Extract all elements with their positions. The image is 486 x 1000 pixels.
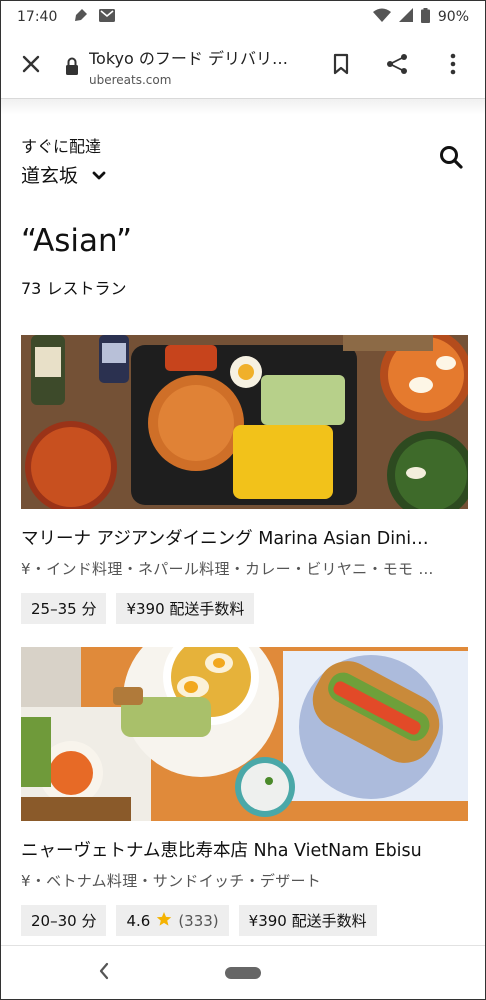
rating-count: (333) xyxy=(178,911,219,930)
restaurant-card[interactable]: マリーナ アジアンダイニング Marina Asian Dini… ¥・インド料… xyxy=(21,335,468,624)
status-bar: 17:40 90% xyxy=(1,1,485,33)
delivery-fee-chip: ¥390 配送手数料 xyxy=(116,593,255,624)
search-query-title: “Asian” xyxy=(21,223,133,259)
rating-value: 4.6 xyxy=(126,911,151,930)
share-icon xyxy=(385,52,409,80)
wifi-icon xyxy=(372,8,391,26)
page-content: すぐに配達 道玄坂 “Asian” 73 レストラン xyxy=(1,115,485,299)
more-vert-icon xyxy=(450,53,456,79)
share-button[interactable] xyxy=(369,42,425,90)
delivery-fee: ¥390 配送手数料 xyxy=(126,600,245,618)
system-nav-bar xyxy=(1,945,485,999)
browser-toolbar: Tokyo のフード デリバリ… ubereats.com xyxy=(1,33,485,99)
broom-icon xyxy=(73,8,89,26)
phone-screen: 17:40 90% Tokyo のフード デリバリ… ubereats.com … xyxy=(0,0,486,1000)
bookmark-button[interactable] xyxy=(313,42,369,90)
restaurant-categories: ¥・インド料理・ネパール料理・カレー・ビリヤニ・モモ … xyxy=(21,560,434,578)
location-selector[interactable]: 道玄坂 xyxy=(21,161,465,188)
chevron-down-icon xyxy=(92,164,106,186)
search-button[interactable] xyxy=(439,145,463,173)
battery-percent: 90% xyxy=(437,9,469,25)
bookmark-icon xyxy=(333,53,349,79)
restaurant-card[interactable]: ニャーヴェトナム恵比寿本店 Nha VietNam Ebisu ¥・ベトナム料理… xyxy=(21,647,468,936)
back-icon xyxy=(97,962,111,986)
location-name: 道玄坂 xyxy=(21,165,79,187)
close-button[interactable] xyxy=(7,42,55,90)
restaurant-image[interactable] xyxy=(21,647,468,821)
delivery-time-chip: 20–30 分 xyxy=(21,905,107,936)
back-button[interactable] xyxy=(97,960,111,986)
url-area[interactable]: Tokyo のフード デリバリ… ubereats.com xyxy=(89,45,313,87)
status-time: 17:40 xyxy=(17,9,58,25)
more-options-button[interactable] xyxy=(425,42,481,90)
restaurant-name: マリーナ アジアンダイニング Marina Asian Dini… xyxy=(21,529,429,549)
delivery-time-chip: 25–35 分 xyxy=(21,593,107,624)
delivery-fee: ¥390 配送手数料 xyxy=(248,912,367,930)
page-title: Tokyo のフード デリバリ… xyxy=(89,48,288,68)
delivery-time: 20–30 分 xyxy=(31,912,97,930)
lock-icon xyxy=(65,57,79,75)
rating-chip: 4.6 (333) xyxy=(116,905,229,936)
result-count: 73 レストラン xyxy=(21,279,127,298)
star-icon xyxy=(156,911,172,931)
toolbar-shadow xyxy=(1,99,485,115)
restaurant-name: ニャーヴェトナム恵比寿本店 Nha VietNam Ebisu xyxy=(21,841,422,861)
delivery-label: すぐに配達 xyxy=(21,137,102,156)
home-button[interactable] xyxy=(225,966,261,979)
battery-icon xyxy=(420,7,430,27)
mail-icon xyxy=(99,8,116,26)
close-icon xyxy=(22,55,40,77)
page-domain: ubereats.com xyxy=(89,72,172,87)
restaurant-image[interactable] xyxy=(21,335,468,509)
restaurant-categories: ¥・ベトナム料理・サンドイッチ・デザート xyxy=(21,872,322,890)
signal-icon xyxy=(398,8,413,26)
delivery-time: 25–35 分 xyxy=(31,600,97,618)
delivery-header: すぐに配達 道玄坂 xyxy=(1,115,485,187)
search-icon xyxy=(439,146,463,173)
delivery-fee-chip: ¥390 配送手数料 xyxy=(238,905,377,936)
